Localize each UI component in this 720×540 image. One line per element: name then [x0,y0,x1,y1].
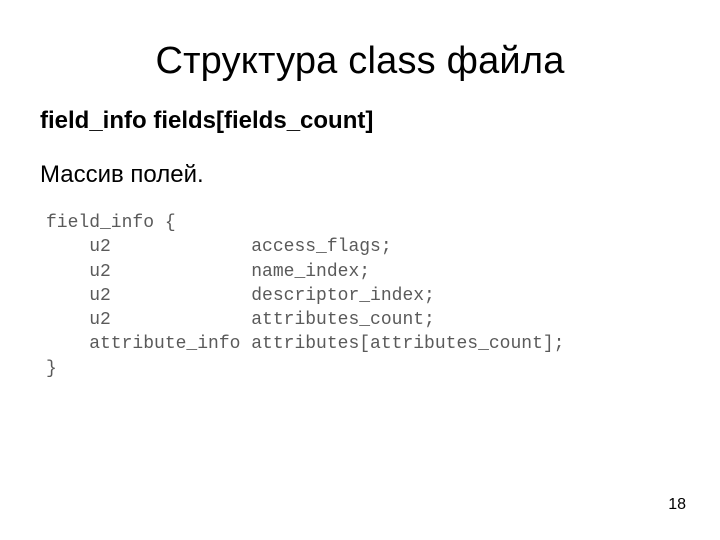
slide-subtitle: field_info fields[fields_count] [40,107,684,135]
code-line: u2 attributes_count; [46,310,435,330]
code-block: field_info { u2 access_flags; u2 name_in… [46,211,684,381]
code-line: field_info { [46,213,176,233]
code-line: attribute_info attributes[attributes_cou… [46,334,564,354]
code-line: } [46,359,57,379]
code-line: u2 name_index; [46,262,370,282]
slide-paragraph: Массив полей. [40,161,684,189]
code-line: u2 descriptor_index; [46,286,435,306]
page-number: 18 [668,496,686,514]
code-line: u2 access_flags; [46,237,392,257]
slide-title: Структура class файла [36,40,684,83]
slide: Структура class файла field_info fields[… [0,0,720,540]
